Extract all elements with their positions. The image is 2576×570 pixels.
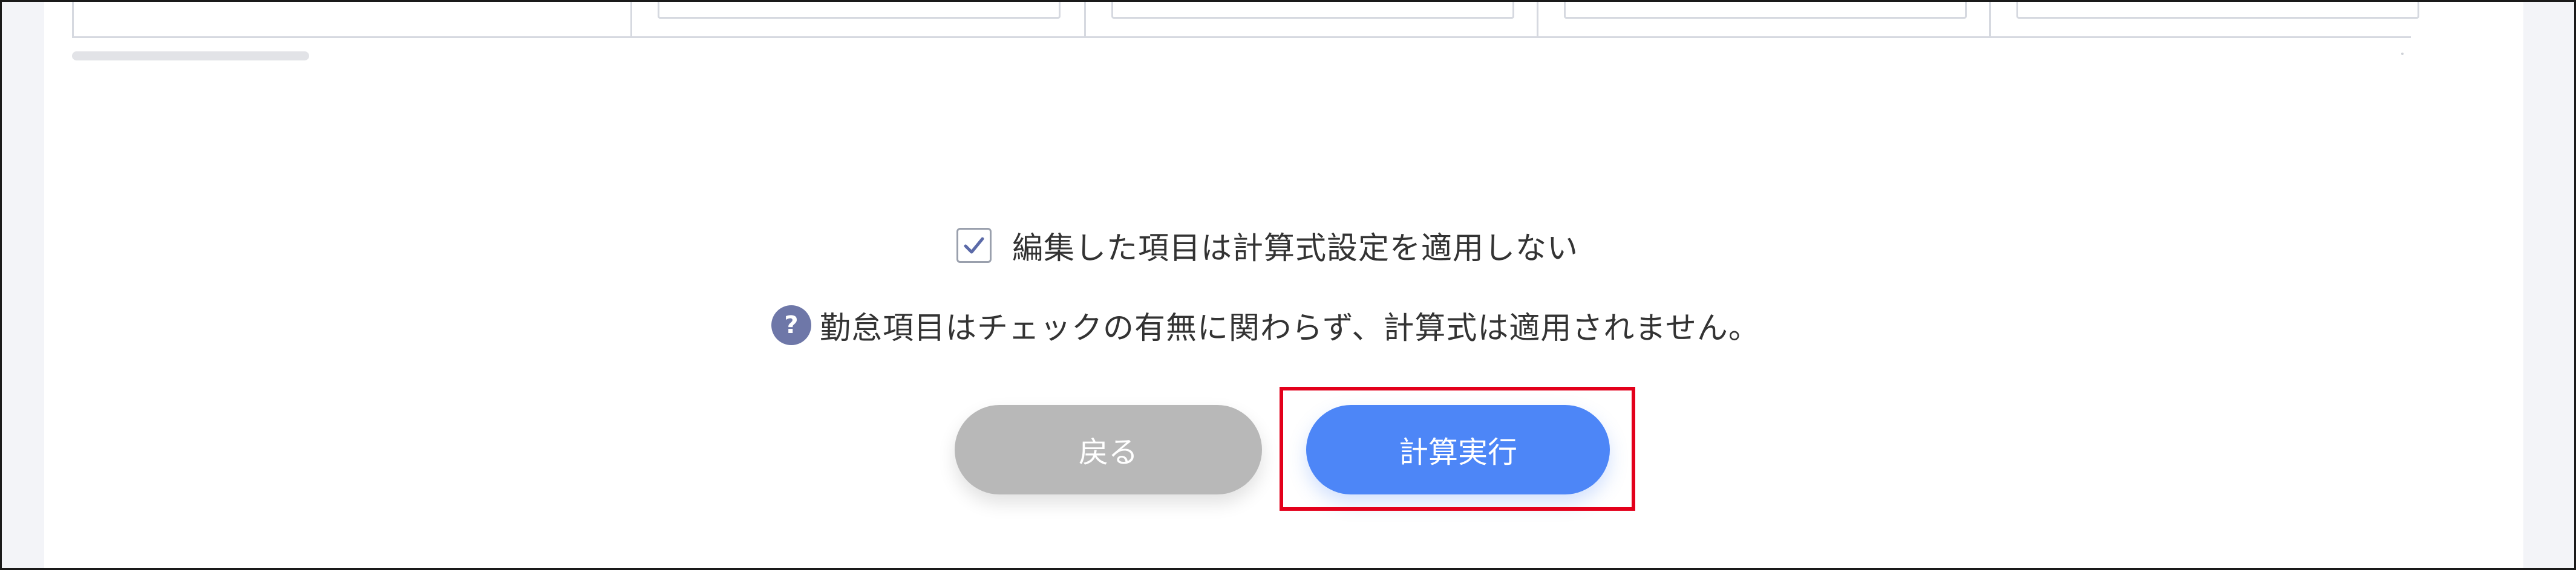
table-column-divider — [1537, 2, 1989, 36]
data-table-bottom-edge — [72, 2, 2419, 38]
table-cell-input[interactable] — [658, 2, 1061, 19]
horizontal-scrollbar[interactable] — [72, 51, 309, 60]
scroll-indicator — [2401, 53, 2404, 55]
table-cell-input[interactable] — [1564, 2, 1967, 19]
table-cell-input[interactable] — [2016, 2, 2419, 19]
no-formula-checkbox-label[interactable]: 編集した項目は計算式設定を適用しない — [1012, 223, 1578, 268]
formula-note-text: 勤怠項目はチェックの有無に関わらず、計算式は適用されません。 — [820, 311, 1760, 346]
table-cell-input[interactable] — [1111, 2, 1514, 19]
table-column-divider — [1084, 2, 1537, 36]
no-formula-option: 編集した項目は計算式設定を適用しない — [956, 223, 1578, 268]
table-column-divider — [1989, 2, 2419, 36]
app-window: 編集した項目は計算式設定を適用しない ? 勤怠項目はチェックの有無に関わらず、計… — [0, 0, 2576, 570]
question-circle-icon[interactable]: ? — [771, 305, 811, 345]
run-calculation-button[interactable]: 計算実行 — [1306, 405, 1610, 494]
no-formula-checkbox[interactable] — [956, 228, 992, 263]
table-column-divider — [630, 2, 1084, 36]
check-icon — [964, 237, 984, 254]
back-button[interactable]: 戻る — [955, 405, 1262, 494]
formula-note: ? 勤怠項目はチェックの有無に関わらず、計算式は適用されません。 — [771, 304, 1760, 346]
content-panel — [44, 2, 2523, 568]
